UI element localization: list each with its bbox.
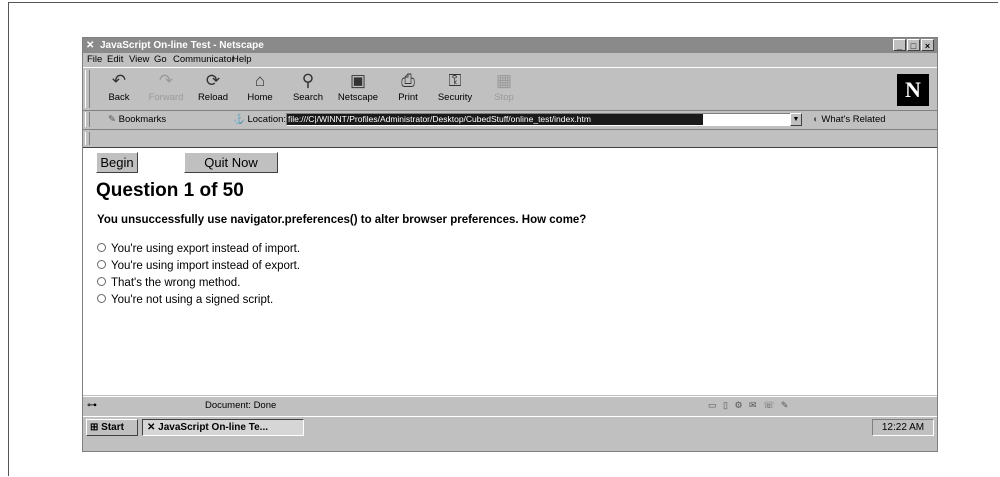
netscape-task-icon: ✕: [147, 422, 159, 433]
taskbar-item-label: JavaScript On-line Te...: [158, 422, 269, 433]
security-lock-icon: ⚿: [448, 71, 462, 90]
netscape-button[interactable]: ▣ Netscape: [335, 70, 381, 108]
option-label: You're using export instead of import.: [111, 243, 301, 255]
url-dropdown-button[interactable]: ▼: [790, 113, 802, 126]
menu-go[interactable]: Go: [154, 53, 167, 67]
title-bar: ✕ JavaScript On-line Test - Netscape _ □ ×: [83, 38, 937, 53]
menu-help[interactable]: Help: [232, 53, 252, 67]
toolbar-grip[interactable]: [85, 70, 90, 108]
close-button[interactable]: ×: [921, 39, 934, 51]
question-text: You unsuccessfully use navigator.prefere…: [97, 214, 587, 226]
home-label: Home: [247, 92, 273, 103]
location-label: Location:: [247, 114, 287, 125]
home-button[interactable]: ⌂ Home: [237, 70, 283, 108]
reload-label: Reload: [197, 92, 229, 103]
taskbar: ⊞ Start ✕ JavaScript On-line Te... 12:22…: [83, 416, 937, 437]
stop-button[interactable]: ▦ Stop: [481, 70, 527, 108]
home-icon: ⌂: [254, 71, 266, 90]
back-arrow-icon: ↶: [111, 71, 127, 90]
window-title: JavaScript On-line Test - Netscape: [100, 40, 264, 51]
menu-view[interactable]: View: [129, 53, 149, 67]
answer-option[interactable]: You're not using a signed script.: [97, 292, 273, 308]
location-icon: ⚓: [233, 114, 248, 125]
search-label: Search: [292, 92, 324, 103]
stop-icon: ▦: [495, 71, 513, 90]
quit-now-button[interactable]: Quit Now: [184, 152, 278, 173]
whats-related-button[interactable]: ◐ What's Related: [813, 110, 886, 129]
start-button[interactable]: ⊞ Start: [86, 419, 138, 436]
security-label: Security: [437, 92, 473, 103]
location-label-wrap: ⚓ Location:: [233, 110, 286, 129]
bookmark-icon: ✎: [108, 114, 119, 125]
answer-option[interactable]: That's the wrong method.: [97, 275, 240, 291]
stop-label: Stop: [494, 92, 514, 103]
netscape-label: Netscape: [337, 92, 379, 103]
minimize-button[interactable]: _: [893, 39, 906, 51]
reload-button[interactable]: ⟳ Reload: [190, 70, 236, 108]
print-icon: ⎙: [401, 71, 415, 90]
status-bar: ⊶ Document: Done ▭ ▯ ⚙ ✉ ☏ ✎: [83, 396, 937, 414]
forward-label: Forward: [148, 92, 184, 103]
security-button[interactable]: ⚿ Security: [432, 70, 478, 108]
forward-arrow-icon: ↷: [158, 71, 174, 90]
menu-edit[interactable]: Edit: [107, 53, 123, 67]
option-label: You're using import instead of export.: [111, 260, 301, 272]
maximize-button[interactable]: □: [907, 39, 920, 51]
whats-related-label: What's Related: [821, 114, 886, 125]
navigation-toolbar: ↶ Back ↷ Forward ⟳ Reload ⌂ Home ⚲ Searc…: [83, 67, 937, 111]
question-title: Question 1 of 50: [96, 180, 244, 201]
menu-bar: File Edit View Go Communicator Help: [83, 53, 937, 67]
url-text: file:///C|/WINNT/Profiles/Administrator/…: [287, 114, 703, 125]
menu-file[interactable]: File: [87, 53, 102, 67]
taskbar-item-netscape[interactable]: ✕ JavaScript On-line Te...: [142, 419, 304, 436]
netscape-icon: ▣: [349, 71, 367, 90]
bookmarks-button[interactable]: ✎ Bookmarks: [108, 110, 166, 129]
start-label: Start: [101, 422, 124, 433]
personal-toolbar: [83, 130, 937, 148]
taskbar-clock: 12:22 AM: [872, 419, 934, 436]
connection-status-icon: ⊶: [87, 400, 97, 411]
menu-communicator[interactable]: Communicator: [173, 53, 235, 67]
radio-button[interactable]: [97, 243, 106, 252]
reload-icon: ⟳: [205, 71, 221, 90]
print-label: Print: [398, 92, 418, 103]
radio-button[interactable]: [97, 260, 106, 269]
url-input[interactable]: file:///C|/WINNT/Profiles/Administrator/…: [286, 113, 791, 126]
window-controls: _ □ ×: [892, 39, 934, 52]
personal-toolbar-grip[interactable]: [85, 132, 90, 145]
back-label: Back: [108, 92, 130, 103]
browser-window: ✕ JavaScript On-line Test - Netscape _ □ ×…: [82, 37, 938, 452]
answer-option[interactable]: You're using import instead of export.: [97, 258, 300, 274]
forward-button[interactable]: ↷ Forward: [143, 70, 189, 108]
location-bar: ✎ Bookmarks ⚓ Location: file:///C|/WINNT…: [83, 110, 937, 130]
radio-button[interactable]: [97, 277, 106, 286]
dropdown-arrow-icon: ▼: [792, 116, 800, 123]
netscape-window-icon: ✕: [86, 40, 95, 51]
bookmarks-label: Bookmarks: [118, 114, 167, 125]
search-icon: ⚲: [301, 71, 315, 90]
option-label: That's the wrong method.: [111, 277, 241, 289]
print-button[interactable]: ⎙ Print: [385, 70, 431, 108]
search-button[interactable]: ⚲ Search: [285, 70, 331, 108]
begin-button[interactable]: Begin: [96, 152, 138, 173]
answer-option[interactable]: You're using export instead of import.: [97, 241, 300, 257]
windows-logo-icon: ⊞: [90, 422, 102, 433]
netscape-logo-icon[interactable]: N: [897, 74, 929, 106]
location-grip[interactable]: [85, 112, 90, 127]
status-component-icons: ▭ ▯ ⚙ ✉ ☏ ✎: [708, 400, 791, 410]
status-text: Document: Done: [205, 400, 277, 411]
radio-button[interactable]: [97, 294, 106, 303]
option-label: You're not using a signed script.: [111, 294, 274, 306]
back-button[interactable]: ↶ Back: [96, 70, 142, 108]
page-content: Begin Quit Now Question 1 of 50 You unsu…: [83, 148, 937, 395]
